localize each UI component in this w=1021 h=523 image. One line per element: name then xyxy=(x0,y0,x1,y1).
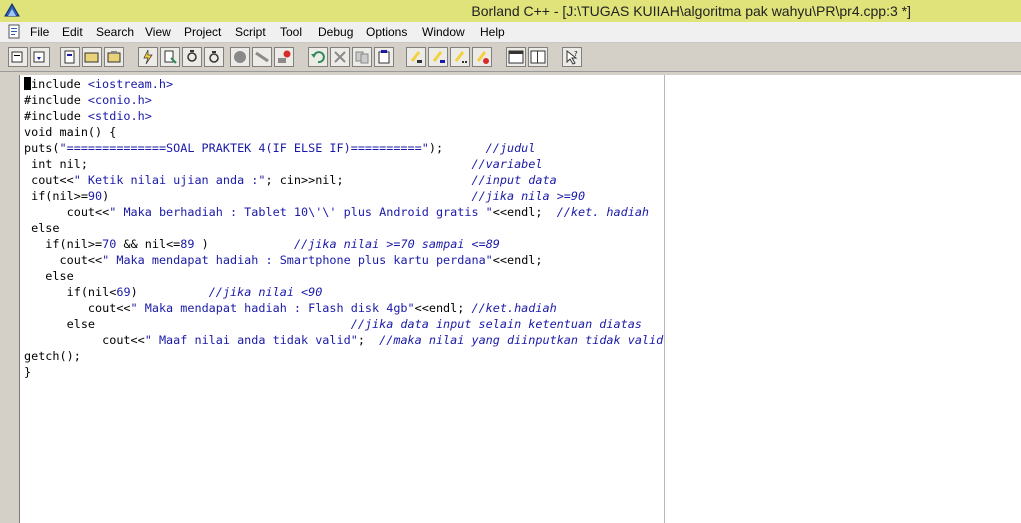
menu-view[interactable]: View xyxy=(145,25,171,39)
compile-icon[interactable] xyxy=(60,47,80,67)
code-line: void main() { xyxy=(24,125,117,139)
open-project-icon[interactable] xyxy=(30,47,50,67)
menu-search[interactable]: Search xyxy=(96,25,134,39)
menu-debug[interactable]: Debug xyxy=(318,25,353,39)
code-line: getch(); xyxy=(24,349,81,363)
paste-icon[interactable] xyxy=(374,47,394,67)
undo-icon[interactable] xyxy=(308,47,328,67)
code-line: if(nil<69) //jika nilai <90 xyxy=(24,285,323,299)
code-line: puts("==============SOAL PRAKTEK 4(IF EL… xyxy=(24,141,536,155)
browse-icon[interactable] xyxy=(472,47,492,67)
search-again-icon[interactable] xyxy=(450,47,470,67)
help-icon[interactable]: ? xyxy=(562,47,582,67)
new-project-icon[interactable] xyxy=(8,47,28,67)
text-cursor xyxy=(24,77,31,90)
window-icon[interactable] xyxy=(506,47,526,67)
toolbar: ? xyxy=(0,43,1021,72)
borland-app-icon[interactable] xyxy=(3,2,21,20)
menu-options[interactable]: Options xyxy=(366,25,407,39)
code-line: #include <stdio.h> xyxy=(24,109,152,123)
code-line: if(nil>=70 && nil<=89 ) //jika nilai >=7… xyxy=(24,237,500,251)
code-line: cout<<" Maka mendapat hadiah : Smartphon… xyxy=(24,253,543,267)
window-title: Borland C++ - [J:\TUGAS KUIIAH\algoritma… xyxy=(471,3,911,19)
code-line: else //jika data input selain ketentuan … xyxy=(24,317,642,331)
build-icon[interactable] xyxy=(104,47,124,67)
menu-edit[interactable]: Edit xyxy=(62,25,83,39)
menu-help[interactable]: Help xyxy=(480,25,505,39)
code-line: cout<<" Maaf nilai anda tidak valid"; //… xyxy=(24,333,664,347)
menu-tool[interactable]: Tool xyxy=(280,25,302,39)
evaluate-icon[interactable] xyxy=(274,47,294,67)
run-to-icon[interactable] xyxy=(252,47,272,67)
menu-script[interactable]: Script xyxy=(235,25,266,39)
menu-bar: File Edit Search View Project Script Too… xyxy=(0,22,1021,43)
svg-text:?: ? xyxy=(574,50,578,58)
document-icon[interactable] xyxy=(8,24,22,39)
trace-into-icon[interactable] xyxy=(182,47,202,67)
code-line: cout<<" Maka mendapat hadiah : Flash dis… xyxy=(24,301,557,315)
code-line: } xyxy=(24,365,32,379)
title-bar: Borland C++ - [J:\TUGAS KUIIAH\algoritma… xyxy=(0,0,1021,22)
code-line: include <iostream.h> xyxy=(24,76,663,92)
code-line: int nil; //variabel xyxy=(24,157,543,171)
cut-icon[interactable] xyxy=(330,47,350,67)
replace-icon[interactable] xyxy=(428,47,448,67)
menu-file[interactable]: File xyxy=(30,25,49,39)
editor-gutter xyxy=(0,72,19,523)
make-icon[interactable] xyxy=(82,47,102,67)
code-line: if(nil>=90) //jika nila >=90 xyxy=(24,189,586,203)
code-line: else xyxy=(24,221,60,235)
run-icon[interactable] xyxy=(138,47,158,67)
breakpoint-icon[interactable] xyxy=(230,47,250,67)
menu-project[interactable]: Project xyxy=(184,25,221,39)
copy-icon[interactable] xyxy=(352,47,372,67)
tile-icon[interactable] xyxy=(528,47,548,67)
code-line: cout<<" Maka berhadiah : Tablet 10\'\' p… xyxy=(24,205,650,219)
watch-icon[interactable] xyxy=(204,47,224,67)
source-code[interactable]: include <iostream.h> #include <conio.h> #i… xyxy=(24,76,663,380)
code-line: cout<<" Ketik nilai ujian anda :"; cin>>… xyxy=(24,173,557,187)
find-icon[interactable] xyxy=(406,47,426,67)
code-line: #include <conio.h> xyxy=(24,93,152,107)
right-margin-guide xyxy=(664,75,665,523)
step-over-icon[interactable] xyxy=(160,47,180,67)
menu-window[interactable]: Window xyxy=(422,25,465,39)
code-line: else xyxy=(24,269,74,283)
